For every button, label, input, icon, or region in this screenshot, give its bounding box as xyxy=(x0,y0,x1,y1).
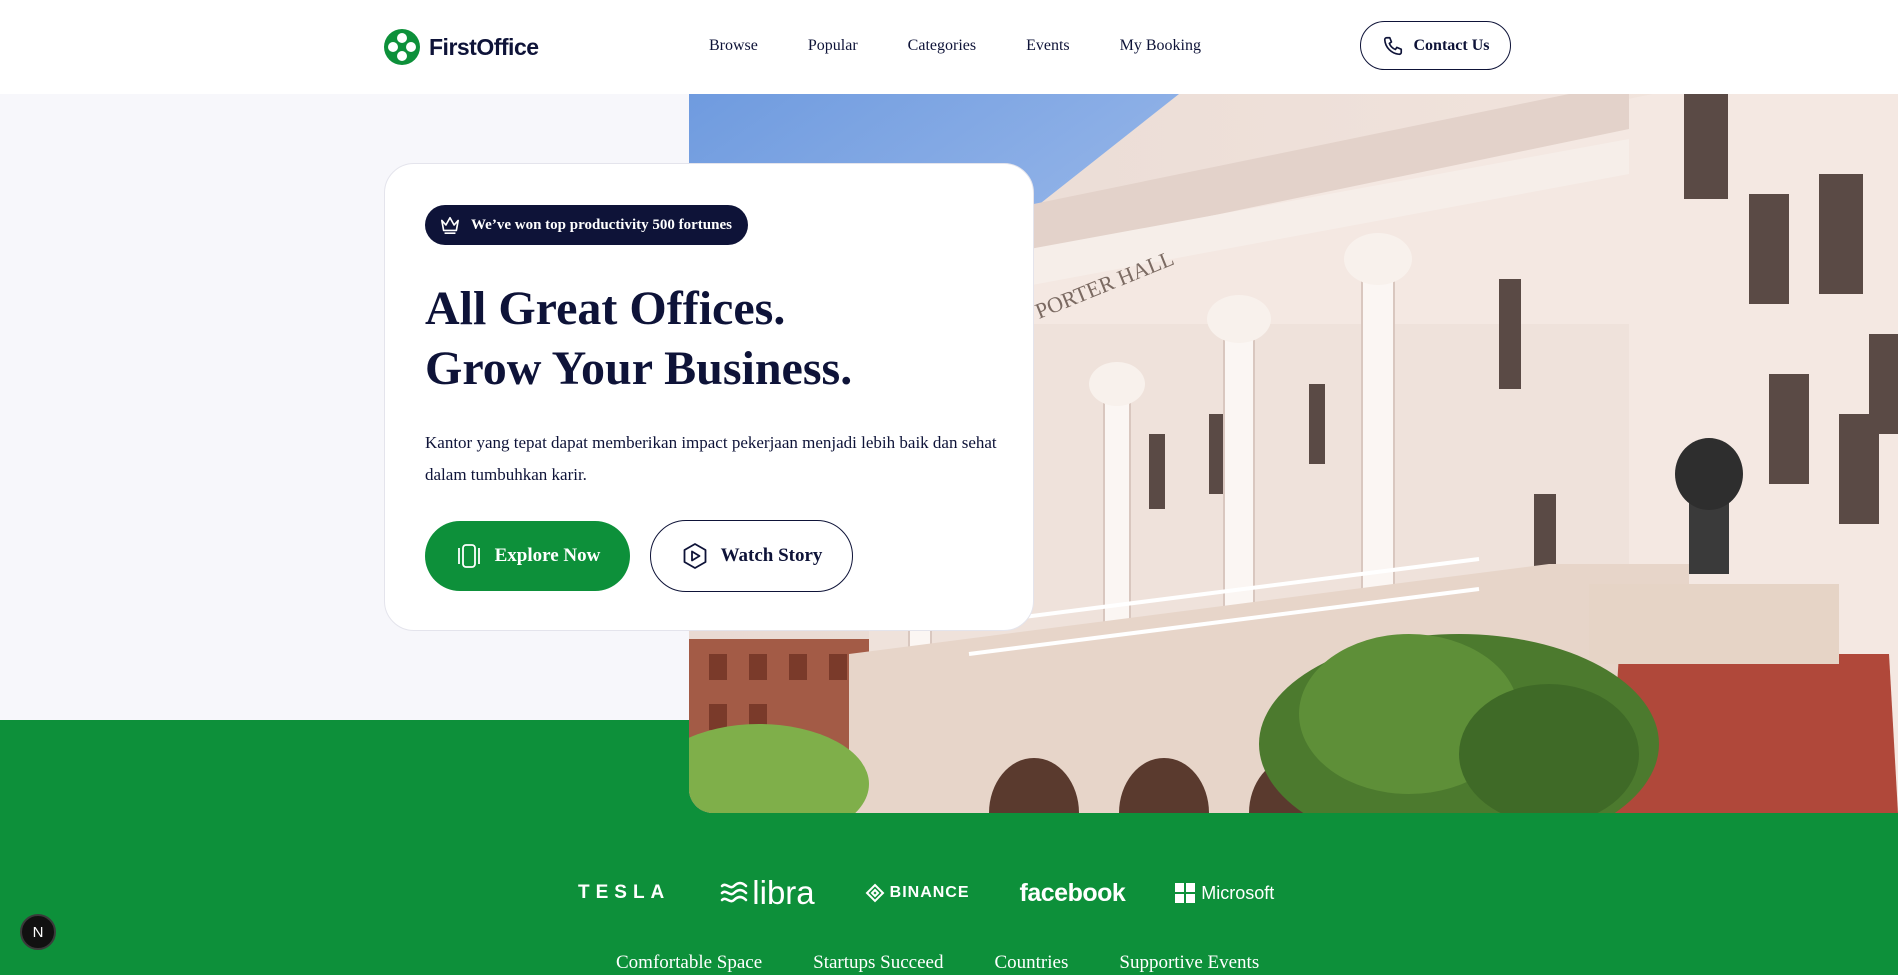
headline-line-2: Grow Your Business. xyxy=(425,342,853,395)
nextjs-dev-badge[interactable]: N xyxy=(20,914,56,950)
stat-startups-succeed: Startups Succeed xyxy=(813,952,944,973)
watch-story-label: Watch Story xyxy=(720,545,823,566)
libra-logo: libra xyxy=(720,874,815,912)
brand-logo[interactable]: FirstOffice xyxy=(384,29,539,65)
hero-description: Kantor yang tepat dapat memberikan impac… xyxy=(425,433,997,484)
nav-link-events[interactable]: Events xyxy=(1026,37,1070,55)
binance-wordmark: BINANCE xyxy=(889,884,970,901)
brand-name: FirstOffice xyxy=(429,33,539,60)
phone-icon xyxy=(1383,36,1402,55)
top-navigation: FirstOffice Browse Popular Categories Ev… xyxy=(0,0,1898,94)
binance-diamond-icon xyxy=(865,883,885,903)
award-badge-text: We’ve won top productivity 500 fortunes xyxy=(471,216,732,233)
award-badge: We’ve won top productivity 500 fortunes xyxy=(425,205,748,245)
nav-link-popular[interactable]: Popular xyxy=(808,37,858,55)
nav-link-my-booking[interactable]: My Booking xyxy=(1120,37,1201,55)
hero-card: We’ve won top productivity 500 fortunes … xyxy=(384,163,1034,631)
hero-headline: All Great Offices. Grow Your Business. xyxy=(425,279,852,399)
rectangle-stack-icon xyxy=(457,544,480,568)
facebook-logo: facebook xyxy=(1019,878,1126,907)
stats-row: Comfortable Space Startups Succeed Count… xyxy=(616,952,1310,974)
partner-logos: TESLA libra BINANCE facebook Microsoft xyxy=(578,874,1324,912)
libra-waves-icon xyxy=(720,881,748,903)
libra-wordmark: libra xyxy=(752,874,815,911)
stat-supportive-events: Supportive Events xyxy=(1119,952,1260,973)
windows-grid-icon xyxy=(1175,883,1196,903)
nav-link-browse[interactable]: Browse xyxy=(709,37,758,55)
tesla-logo: TESLA xyxy=(578,882,671,903)
watch-story-button[interactable]: Watch Story xyxy=(650,520,853,592)
main-nav: Browse Popular Categories Events My Book… xyxy=(709,37,1251,55)
crown-icon xyxy=(441,216,459,234)
microsoft-wordmark: Microsoft xyxy=(1201,882,1275,903)
contact-us-label: Contact Us xyxy=(1413,36,1490,54)
nav-link-categories[interactable]: Categories xyxy=(908,37,976,55)
stat-comfortable-space: Comfortable Space xyxy=(616,952,763,973)
stat-countries: Countries xyxy=(994,952,1069,973)
play-hexagon-icon xyxy=(683,543,706,569)
explore-now-label: Explore Now xyxy=(494,545,601,566)
headline-line-1: All Great Offices. xyxy=(425,282,786,335)
binance-logo: BINANCE xyxy=(865,883,970,903)
contact-us-button[interactable]: Contact Us xyxy=(1360,21,1511,70)
microsoft-logo: Microsoft xyxy=(1175,883,1274,904)
explore-now-button[interactable]: Explore Now xyxy=(425,521,630,591)
logo-icon xyxy=(384,29,420,65)
